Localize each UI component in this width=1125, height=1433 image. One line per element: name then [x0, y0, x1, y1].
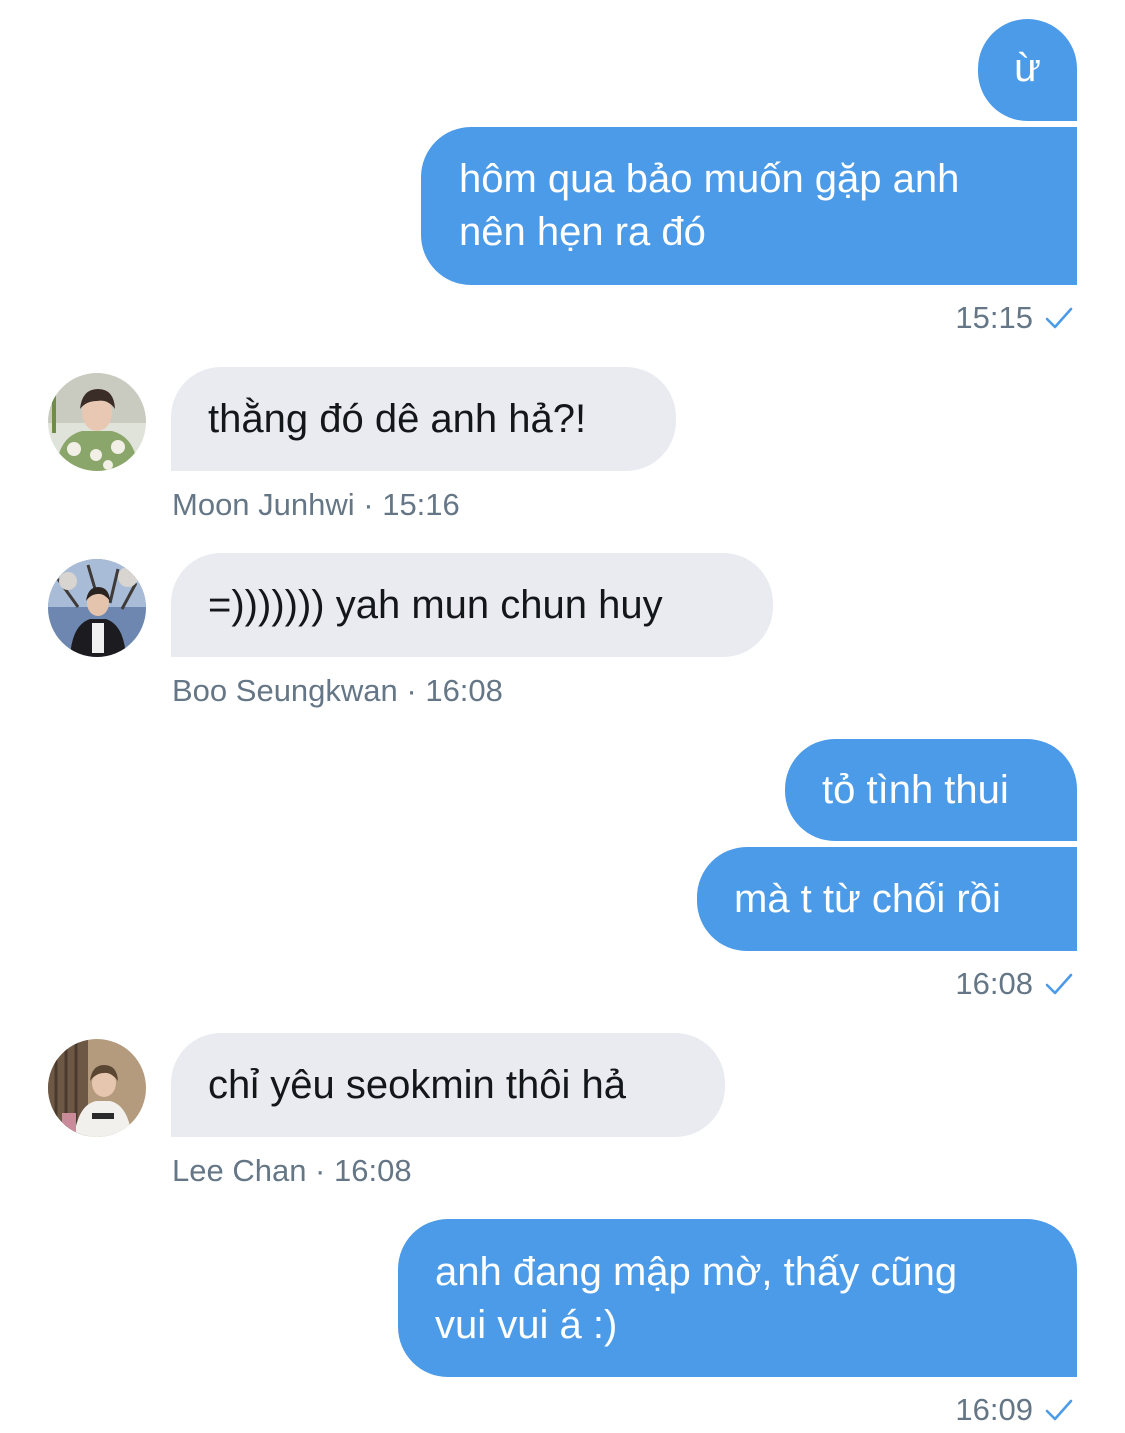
message-text: ừ	[1014, 46, 1041, 90]
outgoing-message-bubble[interactable]: hôm qua bảo muốn gặp anh nên hẹn ra đó	[421, 127, 1077, 285]
message-text: tỏ tình thui	[822, 768, 1009, 812]
sender-meta-text: Lee Chan · 16:08	[172, 1153, 412, 1188]
avatar-lee-chan[interactable]	[48, 1039, 146, 1137]
message-text: =))))))) yah mun chun huy	[208, 583, 663, 627]
message-timestamp: 16:09	[955, 1392, 1073, 1428]
avatar-moon-junhwi[interactable]	[48, 373, 146, 471]
message-text-line: hôm qua bảo muốn gặp anh	[459, 157, 960, 201]
check-icon	[1045, 1399, 1073, 1421]
message-text: chỉ yêu seokmin thôi hả	[208, 1063, 627, 1107]
message-timestamp: 15:15	[955, 300, 1073, 336]
incoming-message-bubble[interactable]: chỉ yêu seokmin thôi hả	[171, 1033, 725, 1137]
incoming-message-bubble[interactable]: thằng đó dê anh hả?!	[171, 367, 676, 471]
sender-and-time: Boo Seungkwan · 16:08	[172, 673, 503, 709]
sender-meta-text: Moon Junhwi · 15:16	[172, 487, 460, 522]
avatar-boo-seungkwan[interactable]	[48, 559, 146, 657]
check-icon	[1045, 307, 1073, 329]
message-text-line: nên hẹn ra đó	[459, 210, 706, 254]
incoming-message-bubble[interactable]: =))))))) yah mun chun huy	[171, 553, 773, 657]
message-text-line: vui vui á :)	[435, 1303, 618, 1347]
message-text: thằng đó dê anh hả?!	[208, 397, 587, 441]
sender-and-time: Lee Chan · 16:08	[172, 1153, 412, 1189]
sender-and-time: Moon Junhwi · 15:16	[172, 487, 460, 523]
outgoing-message-bubble[interactable]: mà t từ chối rồi	[697, 847, 1077, 951]
outgoing-message-bubble[interactable]: anh đang mập mờ, thấy cũng vui vui á :)	[398, 1219, 1077, 1377]
message-text-line: anh đang mập mờ, thấy cũng	[435, 1250, 958, 1294]
outgoing-message-bubble[interactable]: tỏ tình thui	[785, 739, 1077, 841]
check-icon	[1045, 973, 1073, 995]
message-text: mà t từ chối rồi	[734, 877, 1001, 921]
timestamp-text: 15:15	[955, 300, 1033, 335]
timestamp-text: 16:08	[955, 966, 1033, 1001]
message-timestamp: 16:08	[955, 966, 1073, 1002]
timestamp-text: 16:09	[955, 1392, 1033, 1427]
outgoing-message-bubble[interactable]: ừ	[978, 19, 1077, 121]
sender-meta-text: Boo Seungkwan · 16:08	[172, 673, 503, 708]
